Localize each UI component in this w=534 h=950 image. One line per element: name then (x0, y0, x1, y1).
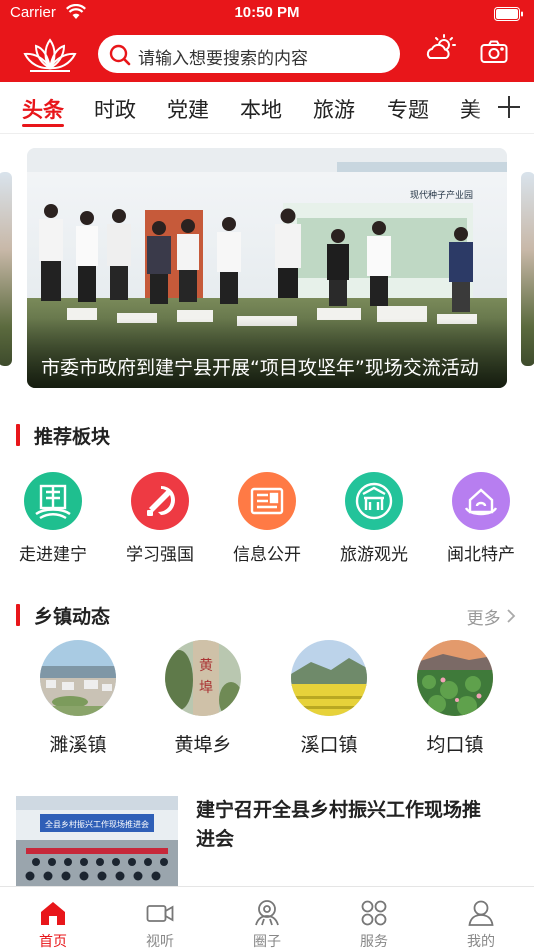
scenic-gate-icon (345, 472, 403, 530)
town-label: 均口镇 (426, 734, 484, 756)
nav-label: 首页 (39, 934, 67, 950)
lotus-logo-icon[interactable] (22, 34, 78, 78)
section-title-text: 乡镇动态 (34, 606, 111, 628)
category-label: 学习强国 (126, 545, 194, 565)
community-icon (253, 899, 281, 927)
town-photo (40, 640, 116, 716)
town-suixi[interactable]: 濉溪镇 (23, 640, 133, 760)
bottom-navigation: 首页 视听 圈子 服务 我的 (0, 886, 534, 950)
tab-travel[interactable]: 旅游 (313, 94, 355, 124)
active-tab-indicator (22, 124, 64, 127)
nav-video[interactable]: 视听 (107, 887, 213, 950)
building-icon (24, 472, 82, 530)
battery-icon (494, 6, 524, 25)
category-tabs: 头条 时政 党建 本地 旅游 专题 美 (0, 82, 534, 134)
party-emblem-icon (131, 472, 189, 530)
nav-label: 服务 (360, 934, 388, 950)
status-bar: Carrier 10:50 PM (0, 0, 534, 28)
document-icon (238, 472, 296, 530)
news-thumbnail-banner-text: 全县乡村振兴工作现场推进会 (45, 819, 149, 829)
svg-text:埠: 埠 (199, 679, 213, 696)
town-photo: 黄埠 (165, 640, 241, 716)
town-huangbu[interactable]: 黄埠 黄埠乡 (148, 640, 258, 760)
town-label: 溪口镇 (300, 734, 358, 756)
tab-local[interactable]: 本地 (240, 94, 282, 124)
nav-circle[interactable]: 圈子 (214, 887, 320, 950)
nav-home[interactable]: 首页 (0, 887, 106, 950)
chevron-right-icon (506, 609, 516, 629)
town-photo (291, 640, 367, 716)
tab-party-building[interactable]: 党建 (167, 94, 209, 124)
category-xinxi-gongkai[interactable]: 信息公开 (214, 472, 320, 568)
banner-sign-text: 现代种子产业园 (410, 189, 473, 201)
tab-headlines[interactable]: 头条 (22, 94, 64, 124)
svg-text:黄: 黄 (199, 657, 213, 674)
news-thumbnail[interactable]: 全县乡村振兴工作现场推进会 (16, 796, 178, 888)
user-icon (467, 899, 495, 927)
banner-next-peek[interactable] (521, 172, 534, 366)
section-title-text: 推荐板块 (34, 426, 111, 448)
weather-icon[interactable] (424, 34, 458, 68)
camera-icon[interactable] (480, 40, 508, 68)
category-label: 闽北特产 (447, 545, 515, 565)
town-label: 黄埠乡 (174, 734, 232, 756)
category-label: 信息公开 (233, 545, 301, 565)
category-lvyou-guanguang[interactable]: 旅游观光 (321, 472, 427, 568)
search-bar[interactable]: 请输入想要搜索的内容 (98, 35, 400, 73)
section-title-towns: 乡镇动态 (16, 602, 216, 628)
add-tab-icon[interactable] (496, 94, 522, 120)
tab-topics[interactable]: 专题 (387, 94, 429, 124)
nav-label: 我的 (467, 934, 495, 950)
town-label: 濉溪镇 (49, 734, 107, 756)
nav-profile[interactable]: 我的 (428, 887, 534, 950)
search-placeholder: 请输入想要搜索的内容 (138, 49, 308, 69)
nav-label: 视听 (146, 934, 174, 950)
category-zoujin-jianning[interactable]: 走进建宁 (0, 472, 106, 568)
category-label: 走进建宁 (19, 545, 87, 565)
news-title[interactable]: 建宁召开全县乡村振兴工作现场推进会 (196, 796, 486, 854)
banner-caption: 市委市政府到建宁县开展“项目攻坚年”现场交流活动 (41, 357, 479, 379)
section-title-recommended: 推荐板块 (16, 422, 216, 448)
more-label: 更多 (466, 609, 501, 629)
grid-apps-icon (360, 899, 388, 927)
category-minbei-techan[interactable]: 闽北特产 (428, 472, 534, 568)
nav-label: 圈子 (253, 934, 281, 950)
nav-services[interactable]: 服务 (321, 887, 427, 950)
home-icon (39, 899, 67, 927)
category-label: 旅游观光 (340, 545, 408, 565)
app-header: Carrier 10:50 PM 请输入想要搜索的内容 (0, 0, 534, 82)
specialty-icon (452, 472, 510, 530)
town-photo (417, 640, 493, 716)
category-xuexi-qiangguo[interactable]: 学习强国 (107, 472, 213, 568)
town-xikou[interactable]: 溪口镇 (274, 640, 384, 760)
more-towns-link[interactable]: 更多 (467, 604, 516, 629)
tab-politics[interactable]: 时政 (94, 94, 136, 124)
banner-prev-peek[interactable] (0, 172, 12, 366)
town-junkou[interactable]: 均口镇 (400, 640, 510, 760)
search-icon (109, 44, 131, 70)
video-camera-icon (146, 899, 174, 927)
headline-banner[interactable]: 现代种子产业园 市委市政府到建宁县开展“项目攻坚年”现场交流活动 (27, 148, 507, 388)
status-time: 10:50 PM (234, 4, 300, 21)
